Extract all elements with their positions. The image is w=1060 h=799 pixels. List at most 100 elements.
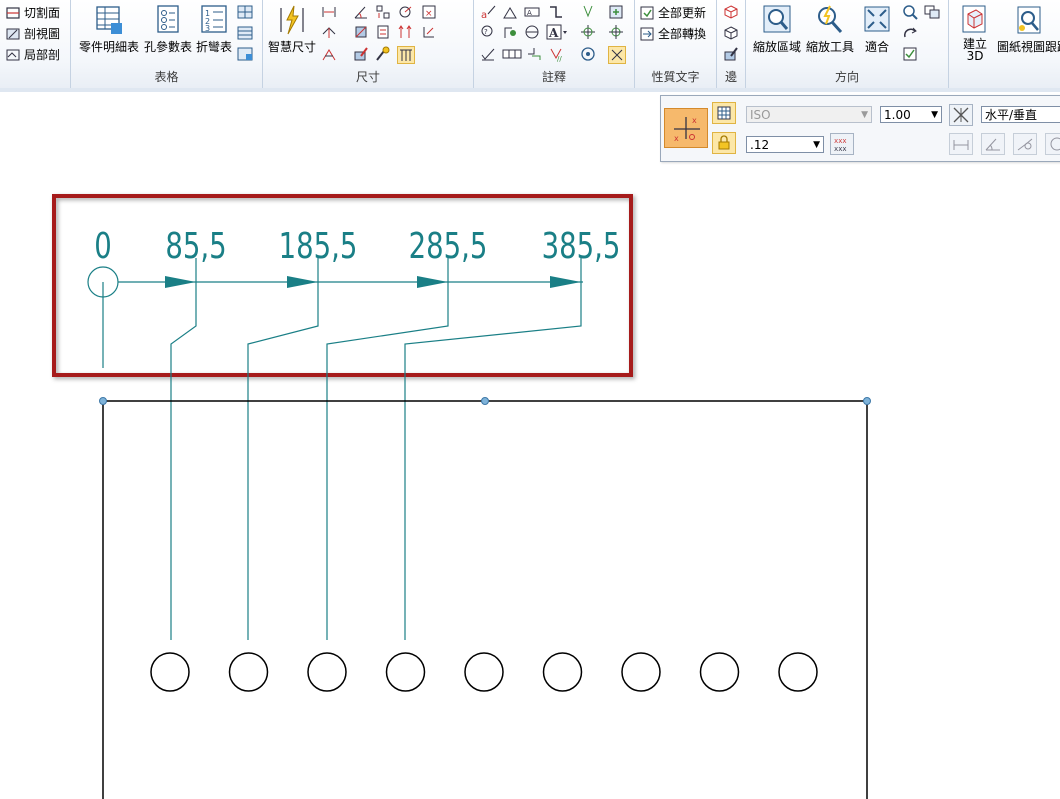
edge-tool-3-button[interactable] — [723, 46, 739, 62]
zoom-area-icon — [763, 5, 791, 33]
coordinate-icon — [376, 5, 390, 19]
balloon-icon: A — [524, 7, 540, 17]
edge-group: 邊 — [717, 0, 746, 88]
hole-table-icon — [157, 5, 179, 33]
table-grid-icon — [237, 5, 253, 19]
bolt-hole-circle-button[interactable] — [580, 24, 596, 40]
hole-circle[interactable] — [150, 652, 190, 692]
dimension-tool-8-button[interactable] — [397, 24, 413, 40]
center-line-button[interactable] — [580, 4, 596, 20]
zoom-in-out-button[interactable] — [902, 4, 918, 20]
hole-circle[interactable] — [307, 652, 347, 692]
distance-icon — [322, 7, 336, 17]
distance-between-button[interactable] — [321, 4, 337, 20]
selection-handle[interactable] — [863, 397, 871, 405]
center-line-icon — [583, 5, 593, 18]
symmetric-diameter-button[interactable] — [321, 24, 337, 40]
orientation-option-button[interactable] — [902, 46, 918, 62]
angular-coordinate-button[interactable] — [397, 4, 413, 20]
plus-list-icon — [609, 5, 623, 19]
dimension-tool-10-button[interactable] — [353, 46, 369, 62]
zoom-area-button[interactable]: 縮放區域 — [752, 4, 802, 55]
dimension-arrowhead — [287, 276, 318, 288]
dimension-tool-11-button[interactable] — [375, 46, 391, 62]
hole-circle[interactable] — [699, 652, 740, 692]
section-view-button[interactable]: 剖視圖 — [5, 25, 60, 42]
datum-frame-button[interactable] — [502, 46, 522, 62]
drawing-view-tracker-label: 圖紙視圖跟蹤 — [997, 40, 1060, 54]
create-3d-button[interactable]: 建立 3D — [955, 4, 995, 62]
table-option-1-button[interactable] — [237, 4, 253, 20]
ordinate-dimension-labels: 0 85,5 185,5 285,5 385,5 — [94, 225, 620, 267]
bend-table-button[interactable]: 123 折彎表 — [194, 4, 234, 55]
table-option-2-button[interactable] — [237, 25, 253, 41]
hole-circle[interactable] — [542, 652, 583, 692]
dimension-arrowhead — [165, 276, 196, 288]
smart-dimension-button[interactable]: 智慧尺寸 — [267, 4, 317, 55]
dimension-tool-13-button[interactable]: × — [421, 4, 437, 20]
center-mark-button[interactable]: // — [548, 46, 564, 62]
convert-all-button[interactable]: 全部轉換 — [639, 25, 706, 42]
crosshair-icon — [609, 25, 623, 39]
surface-texture-button[interactable]: ? — [480, 24, 496, 40]
dimension-tool-7-button[interactable] — [375, 24, 391, 40]
center-mark-tool-button[interactable] — [580, 46, 596, 62]
annotation-tool-16-button[interactable] — [608, 4, 624, 20]
angle-between-button[interactable] — [353, 4, 369, 20]
edge-tool-2-button[interactable] — [723, 25, 739, 41]
part-outline[interactable] — [102, 400, 868, 799]
zoom-tool-button[interactable]: 縮放工具 — [804, 4, 856, 55]
cube-icon — [724, 26, 738, 40]
bend-table-label: 折彎表 — [195, 40, 232, 54]
angle-icon — [354, 6, 367, 19]
leader-button[interactable]: a — [480, 4, 496, 20]
weld-symbol-button[interactable] — [502, 24, 518, 40]
bend-table-icon: 123 — [201, 5, 227, 33]
hole-circle[interactable] — [778, 652, 818, 692]
annotation-tool-18-button[interactable] — [608, 46, 626, 64]
selection-handle[interactable] — [481, 397, 489, 405]
callout-button[interactable] — [502, 4, 518, 20]
broken-out-section-button[interactable]: 局部剖 — [5, 46, 60, 63]
cutting-plane-button[interactable]: 切割面 — [5, 4, 60, 21]
feature-control-button[interactable] — [480, 46, 496, 62]
edge-tool-1-button[interactable] — [723, 4, 739, 20]
pan-button[interactable] — [902, 25, 918, 41]
text-icon: A — [546, 24, 567, 40]
parts-list-button[interactable]: 零件明細表 — [76, 4, 142, 55]
edge-condition-button[interactable] — [524, 24, 540, 40]
dimension-tool-12-button[interactable] — [397, 46, 415, 64]
annotation-tool-17-button[interactable] — [608, 24, 624, 40]
hole-circle[interactable] — [464, 652, 504, 692]
bolt-hole-circle-icon — [581, 25, 595, 39]
zoom-area-label: 縮放區域 — [752, 40, 801, 54]
connector-button[interactable] — [548, 4, 564, 20]
drawing-canvas[interactable]: 0 85,5 185,5 285,5 385,5 — [0, 92, 1060, 799]
datum-target-button[interactable] — [526, 46, 542, 62]
table-option-3-button[interactable] — [237, 46, 253, 62]
hole-circle[interactable] — [228, 652, 269, 692]
update-all-icon — [640, 6, 654, 19]
dimension-label[interactable]: 0 — [94, 225, 112, 267]
svg-text:3: 3 — [205, 24, 210, 33]
arrows-icon — [398, 25, 412, 38]
edge-paint-icon — [724, 47, 738, 61]
hole-table-button[interactable]: 孔參數表 — [143, 4, 193, 55]
dimension-tool-14-button[interactable] — [421, 24, 437, 40]
dimension-tool-9-button[interactable] — [321, 46, 337, 62]
hole-circle[interactable] — [621, 652, 661, 692]
text-button[interactable]: A — [546, 24, 568, 40]
selection-handle[interactable] — [99, 397, 107, 405]
svg-text:×: × — [425, 9, 433, 19]
balloon-button[interactable]: A — [524, 4, 540, 20]
fit-button[interactable]: 適合 — [860, 4, 894, 55]
hole-circle[interactable] — [385, 652, 426, 692]
coordinate-dimension-button[interactable] — [375, 4, 391, 20]
callout-icon — [503, 7, 517, 19]
drawing-view-tracker-button[interactable]: 圖紙視圖跟蹤 — [997, 4, 1060, 55]
angular-coordinate-icon — [399, 6, 412, 18]
previous-view-button[interactable] — [924, 4, 940, 20]
update-all-button[interactable]: 全部更新 — [639, 4, 706, 21]
chamfer-dimension-button[interactable] — [353, 24, 369, 40]
table-grid-icon — [237, 47, 253, 61]
